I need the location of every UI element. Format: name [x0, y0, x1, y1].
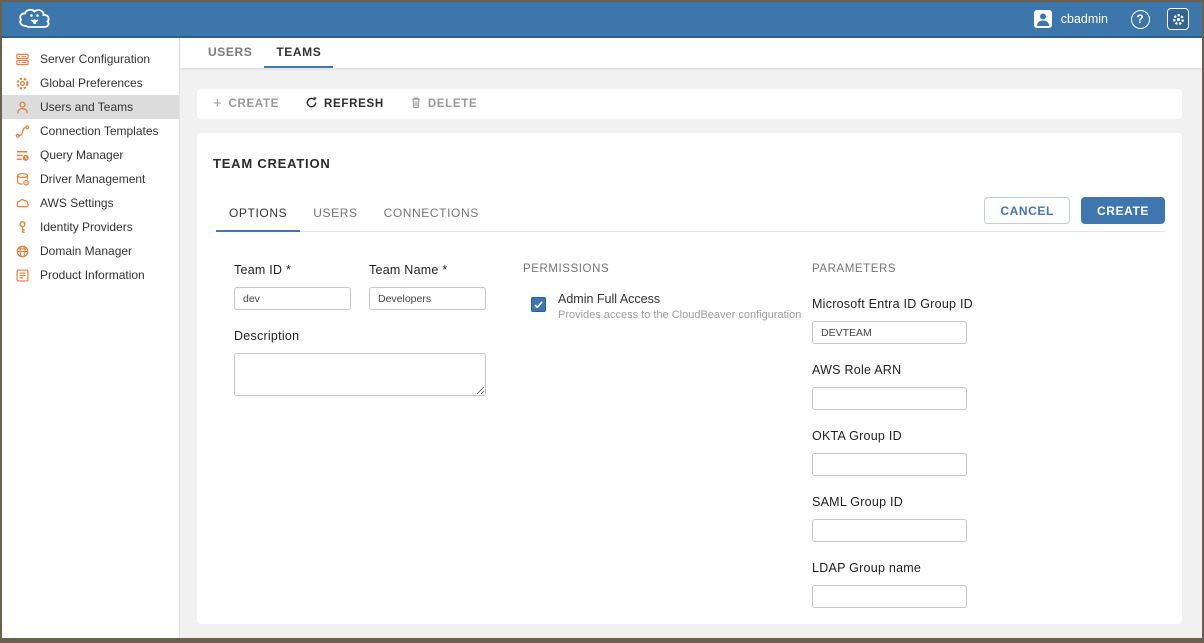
sidebar-item-server-configuration[interactable]: Server Configuration	[2, 47, 179, 71]
refresh-label: REFRESH	[324, 98, 384, 110]
general-column: Team ID * Team Name * Description	[234, 263, 486, 627]
main-area: USERS TEAMS + CREATE REFRESH	[180, 38, 1202, 638]
admin-full-access-text: Admin Full Access Provides access to the…	[558, 292, 801, 321]
team-options-form: Team ID * Team Name * Description	[234, 263, 1166, 627]
server-icon	[14, 51, 30, 67]
team-id-input[interactable]	[234, 287, 351, 310]
sidebar-item-label: Global Preferences	[40, 76, 143, 90]
saml-group-id-label: SAML Group ID	[812, 495, 973, 509]
entra-group-id-input[interactable]	[812, 321, 967, 344]
help-icon: ?	[1131, 10, 1150, 29]
user-icon	[14, 99, 30, 115]
trash-icon	[410, 96, 422, 112]
sidebar-item-identity-providers[interactable]: Identity Providers	[2, 215, 179, 239]
refresh-button[interactable]: REFRESH	[305, 96, 384, 112]
info-icon	[14, 267, 30, 283]
create-button[interactable]: CREATE	[1081, 197, 1165, 224]
ldap-group-name-label: LDAP Group name	[812, 561, 973, 575]
panel-actions: CANCEL CREATE	[984, 197, 1165, 224]
panel-tabbar: OPTIONS USERS CONNECTIONS	[216, 206, 492, 231]
cloudbeaver-logo[interactable]	[16, 6, 54, 32]
permissions-heading: PERMISSIONS	[523, 263, 812, 275]
parameters-column: PARAMETERS Microsoft Entra ID Group ID A…	[812, 263, 973, 627]
check-icon	[533, 299, 544, 310]
sidebar-item-users-and-teams[interactable]: Users and Teams	[2, 95, 179, 119]
panel-title: TEAM CREATION	[213, 156, 1166, 171]
team-creation-panel: TEAM CREATION OPTIONS USERS CONNECTIONS …	[197, 133, 1182, 624]
sidebar-item-label: Product Information	[40, 268, 145, 282]
query-icon	[14, 147, 30, 163]
content-area: + CREATE REFRESH DELETE	[180, 68, 1202, 638]
aws-role-arn-input[interactable]	[812, 387, 967, 410]
tab-panel-users[interactable]: USERS	[300, 206, 370, 232]
admin-full-access-checkbox[interactable]	[531, 297, 546, 312]
panel-tabs-row: OPTIONS USERS CONNECTIONS CANCEL CREATE	[216, 197, 1165, 232]
okta-group-id-label: OKTA Group ID	[812, 429, 973, 443]
sidebar-item-domain-manager[interactable]: Domain Manager	[2, 239, 179, 263]
globe-icon	[14, 243, 30, 259]
sidebar-item-aws-settings[interactable]: AWS Settings	[2, 191, 179, 215]
help-button[interactable]: ?	[1128, 7, 1152, 31]
description-label: Description	[234, 329, 486, 343]
ldap-group-name-input[interactable]	[812, 585, 967, 608]
description-textarea[interactable]	[234, 353, 486, 396]
connection-icon	[14, 123, 30, 139]
teams-toolbar: + CREATE REFRESH DELETE	[197, 89, 1182, 119]
sidebar-item-product-information[interactable]: Product Information	[2, 263, 179, 287]
sidebar-item-label: Users and Teams	[40, 100, 133, 114]
refresh-icon	[305, 96, 318, 112]
parameters-heading: PARAMETERS	[812, 263, 973, 275]
admin-full-access-label: Admin Full Access	[558, 292, 801, 306]
permissions-column: PERMISSIONS Admin Full Access Provides a…	[523, 263, 812, 627]
sidebar-item-label: Domain Manager	[40, 244, 132, 258]
sidebar-item-query-manager[interactable]: Query Manager	[2, 143, 179, 167]
cloudbeaver-cloud-icon	[16, 6, 54, 32]
create-team-label: CREATE	[228, 98, 279, 110]
team-name-label: Team Name *	[369, 263, 486, 277]
tab-options[interactable]: OPTIONS	[216, 206, 300, 232]
sidebar-item-driver-management[interactable]: Driver Management	[2, 167, 179, 191]
entra-group-id-label: Microsoft Entra ID Group ID	[812, 297, 973, 311]
top-header: cbadmin ?	[2, 2, 1202, 38]
sidebar-item-label: Identity Providers	[40, 220, 133, 234]
saml-group-id-input[interactable]	[812, 519, 967, 542]
sidebar-item-label: Server Configuration	[40, 52, 150, 66]
admin-full-access-row: Admin Full Access Provides access to the…	[531, 292, 812, 321]
users-teams-tabbar: USERS TEAMS	[180, 38, 1202, 68]
cloud-icon	[14, 195, 30, 211]
user-avatar-icon	[1033, 9, 1053, 29]
sidebar-item-connection-templates[interactable]: Connection Templates	[2, 119, 179, 143]
tab-connections[interactable]: CONNECTIONS	[371, 206, 492, 232]
settings-button[interactable]	[1166, 7, 1190, 31]
key-icon	[14, 219, 30, 235]
gear-icon	[1167, 8, 1189, 30]
app-window: cbadmin ? Server Configu	[0, 0, 1204, 643]
sidebar-item-label: Driver Management	[40, 172, 145, 186]
delete-label: DELETE	[428, 98, 478, 110]
delete-team-button[interactable]: DELETE	[410, 96, 478, 112]
sidebar-item-label: Connection Templates	[40, 124, 159, 138]
driver-icon	[14, 171, 30, 187]
sidebar-item-global-preferences[interactable]: Global Preferences	[2, 71, 179, 95]
cancel-button[interactable]: CANCEL	[984, 197, 1070, 224]
admin-full-access-hint: Provides access to the CloudBeaver confi…	[558, 309, 801, 321]
user-menu[interactable]: cbadmin	[1027, 6, 1114, 32]
okta-group-id-input[interactable]	[812, 453, 967, 476]
aws-role-arn-label: AWS Role ARN	[812, 363, 973, 377]
gear-icon	[14, 75, 30, 91]
plus-icon: +	[213, 96, 222, 111]
team-name-input[interactable]	[369, 287, 486, 310]
team-id-label: Team ID *	[234, 263, 351, 277]
sidebar-item-label: Query Manager	[40, 148, 123, 162]
tab-teams[interactable]: TEAMS	[264, 38, 333, 68]
user-name: cbadmin	[1061, 12, 1108, 26]
admin-sidebar: Server Configuration Global Preferences …	[2, 38, 180, 638]
sidebar-item-label: AWS Settings	[40, 196, 114, 210]
create-team-button[interactable]: + CREATE	[213, 97, 279, 111]
tab-users[interactable]: USERS	[196, 38, 264, 68]
